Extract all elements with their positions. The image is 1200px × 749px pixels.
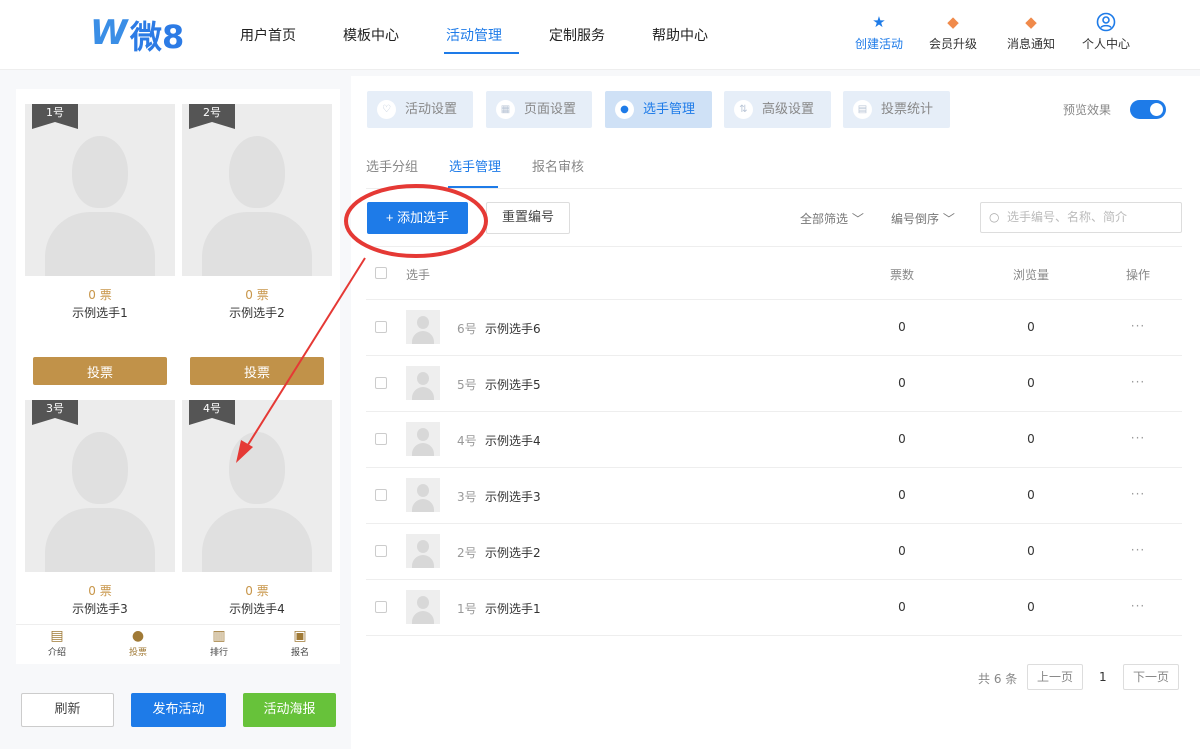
- annotation-arrow-line: [245, 257, 366, 449]
- annotation-circle: [344, 184, 488, 258]
- annotation-arrow-head: [236, 440, 253, 463]
- annotation-overlay: [236, 184, 488, 463]
